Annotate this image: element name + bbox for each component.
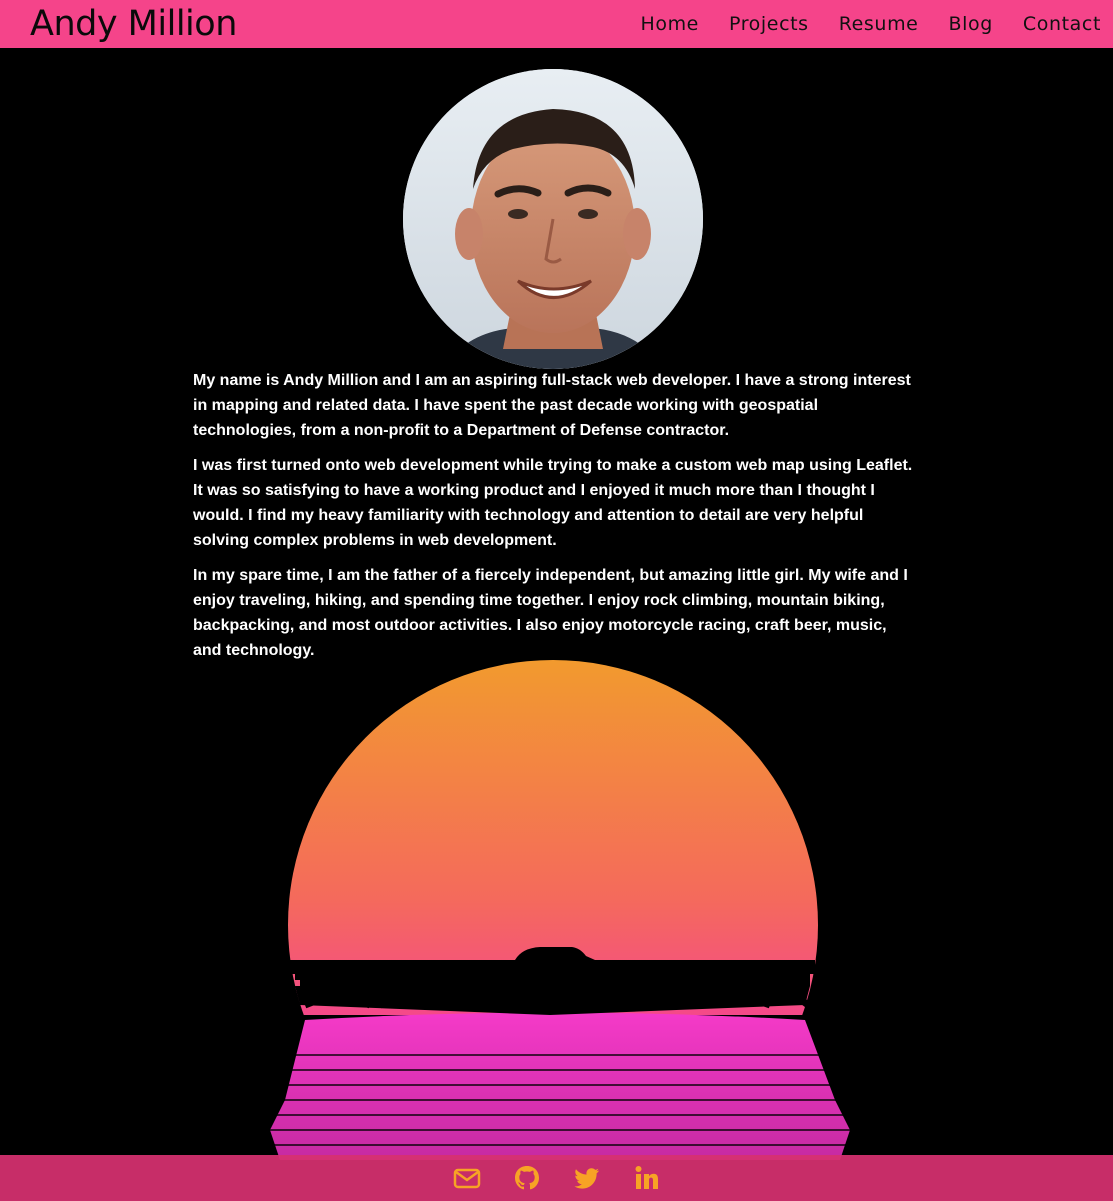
bio-paragraph-1: My name is Andy Million and I am an aspi… (193, 372, 911, 439)
envelope-icon[interactable] (453, 1164, 481, 1192)
about-bio: My name is Andy Million and I am an aspi… (193, 368, 913, 673)
github-icon[interactable] (513, 1164, 541, 1192)
nav-projects[interactable]: Projects (729, 13, 809, 35)
bio-paragraph-2: I was first turned onto web development … (193, 457, 913, 549)
nav-home[interactable]: Home (640, 13, 699, 35)
nav-blog[interactable]: Blog (948, 13, 992, 35)
bio-paragraph-3: In my spare time, I am the father of a f… (193, 567, 908, 659)
nav-resume[interactable]: Resume (839, 13, 919, 35)
profile-photo (403, 69, 703, 369)
footer-bar (0, 1155, 1113, 1201)
linkedin-icon[interactable] (633, 1164, 661, 1192)
twitter-icon[interactable] (573, 1164, 601, 1192)
nav-links: Home Projects Resume Blog Contact (610, 0, 1101, 48)
sunset-bridge-illustration (250, 660, 870, 1190)
brand-title[interactable]: Andy Million (30, 2, 237, 46)
nav-contact[interactable]: Contact (1023, 13, 1101, 35)
top-navbar: Andy Million Home Projects Resume Blog C… (0, 0, 1113, 48)
